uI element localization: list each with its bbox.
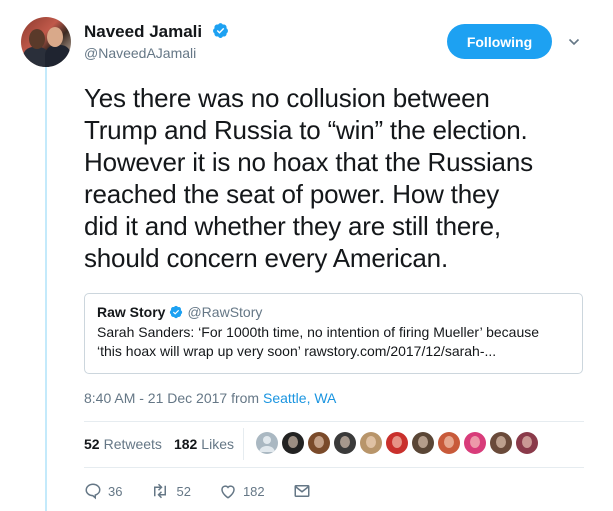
stats-separator — [243, 428, 244, 460]
timestamp-text: 8:40 AM - 21 Dec 2017 from — [84, 390, 263, 406]
liker-avatar[interactable] — [412, 432, 434, 454]
liker-avatar[interactable] — [438, 432, 460, 454]
author-avatar[interactable] — [21, 17, 71, 67]
tweet-actions: 36 52 182 — [84, 482, 345, 500]
tweet-text-line: Trump and Russia to “win” the election. — [84, 115, 528, 145]
likes-stat[interactable]: 182 Likes — [174, 436, 234, 452]
liker-avatar[interactable] — [360, 432, 382, 454]
reply-button[interactable]: 36 — [84, 482, 122, 500]
quoted-tweet-header: Raw Story @RawStory — [97, 304, 572, 320]
avatar-figure — [45, 45, 71, 67]
avatar-face — [47, 27, 63, 47]
verified-badge-icon — [213, 23, 228, 38]
divider — [84, 421, 584, 422]
liker-avatars — [256, 432, 542, 454]
divider — [84, 467, 584, 468]
quoted-tweet-card[interactable]: Raw Story @RawStory Sarah Sanders: ‘For … — [84, 293, 583, 374]
tweet-timestamp: 8:40 AM - 21 Dec 2017 from Seattle, WA — [84, 390, 336, 406]
likes-count: 182 — [173, 436, 198, 452]
retweet-button[interactable]: 52 — [150, 482, 191, 500]
liker-avatar[interactable] — [334, 432, 356, 454]
default-avatar-icon[interactable] — [256, 432, 278, 454]
tweet-stats: 52 Retweets 182 Likes — [84, 436, 246, 452]
author-name[interactable]: Naveed Jamali — [84, 22, 202, 42]
verified-badge-icon — [170, 305, 183, 319]
reply-count: 36 — [108, 483, 123, 499]
heart-icon — [221, 485, 235, 499]
author-handle[interactable]: @NaveedAJamali — [84, 45, 196, 61]
liker-avatar[interactable] — [516, 432, 538, 454]
tweet-text-line: did it and whether they are still there, — [84, 211, 501, 241]
retweets-count: 52 — [84, 436, 100, 452]
quoted-author-name: Raw Story — [97, 304, 166, 320]
tweet-text-line: However it is no hoax that the Russians — [84, 147, 533, 177]
tweet-text-line: should concern every American. — [84, 243, 448, 273]
liker-avatar[interactable] — [282, 432, 304, 454]
quoted-text-line: Sarah Sanders: ‘For 1000th time, no inte… — [97, 324, 540, 340]
liker-avatar[interactable] — [308, 432, 330, 454]
liker-avatar[interactable] — [490, 432, 512, 454]
thread-line — [45, 66, 47, 511]
like-count: 182 — [242, 483, 265, 499]
tweet-text-line: Yes there was no collusion between — [84, 83, 490, 113]
quoted-author-handle: @RawStory — [187, 304, 263, 320]
like-button[interactable]: 182 — [219, 482, 265, 500]
tweet-text-line: reached the seat of power. How they — [84, 179, 500, 209]
liker-avatar[interactable] — [464, 432, 486, 454]
tweet-text: Yes there was no collusion between Trump… — [84, 82, 594, 274]
quoted-tweet-text: Sarah Sanders: ‘For 1000th time, no inte… — [97, 323, 572, 361]
retweet-icon — [154, 483, 167, 499]
retweets-stat[interactable]: 52 Retweets — [84, 436, 162, 452]
direct-message-button[interactable] — [293, 482, 317, 500]
avatar-face — [29, 29, 45, 49]
reply-icon — [85, 483, 101, 500]
retweets-label: Retweets — [103, 436, 162, 452]
quoted-text-line: ‘this hoax will wrap up very soon’ rawst… — [97, 343, 497, 359]
liker-avatar[interactable] — [386, 432, 408, 454]
envelope-icon — [294, 485, 310, 497]
retweet-count: 52 — [176, 483, 191, 499]
following-button[interactable]: Following — [447, 24, 552, 59]
likes-label: Likes — [201, 436, 234, 452]
chevron-down-icon[interactable] — [568, 36, 580, 48]
location-link[interactable]: Seattle, WA — [263, 390, 336, 406]
